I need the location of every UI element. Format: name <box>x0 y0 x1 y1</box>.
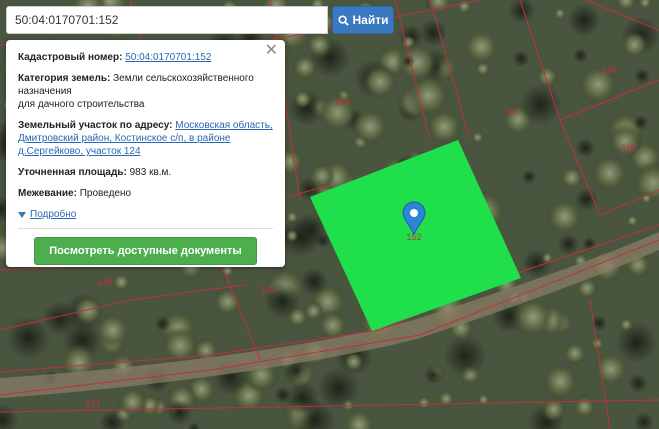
divider <box>18 228 273 229</box>
search-bar: Найти <box>6 6 394 34</box>
survey-label: Межевание: <box>18 188 77 199</box>
close-icon[interactable]: ✕ <box>265 43 278 59</box>
address-row: Земельный участок по адресу: Московская … <box>18 119 273 158</box>
plot-label-161: 161 <box>85 399 100 409</box>
category-value-2: для дачного строительства <box>18 99 145 110</box>
plot-label-148: 148 <box>601 65 616 75</box>
plot-label-140: 140 <box>97 277 112 287</box>
search-input[interactable] <box>6 6 328 34</box>
more-toggle[interactable]: Подробно <box>18 208 273 221</box>
category-label: Категория земель: <box>18 73 111 84</box>
area-value: 983 кв.м. <box>129 167 172 178</box>
plot-label-153: 153 <box>334 97 349 107</box>
search-icon <box>337 14 349 26</box>
triangle-down-icon <box>18 211 26 218</box>
search-button[interactable]: Найти <box>332 6 394 34</box>
area-row: Уточненная площадь: 983 кв.м. <box>18 166 273 179</box>
cadastral-label: Кадастровый номер: <box>18 52 123 63</box>
category-row: Категория земель: Земли сельскохозяйстве… <box>18 72 273 111</box>
search-button-label: Найти <box>352 13 389 27</box>
cadastral-row: Кадастровый номер: 50:04:0170701:152 <box>18 51 273 64</box>
more-details-link[interactable]: Подробно <box>30 208 76 221</box>
plot-label-165: 165 <box>260 285 275 295</box>
plot-label-162: 162 <box>621 143 636 153</box>
plot-label-84: 84 <box>506 107 516 117</box>
survey-value: Проведено <box>79 188 132 199</box>
survey-row: Межевание: Проведено <box>18 187 273 200</box>
address-label: Земельный участок по адресу: <box>18 120 173 131</box>
parcel-info-panel: ✕ Кадастровый номер: 50:04:0170701:152 К… <box>6 40 285 267</box>
view-documents-button[interactable]: Посмотреть доступные документы <box>34 237 257 265</box>
area-label: Уточненная площадь: <box>18 167 127 178</box>
cadastral-number-link[interactable]: 50:04:0170701:152 <box>125 52 211 63</box>
